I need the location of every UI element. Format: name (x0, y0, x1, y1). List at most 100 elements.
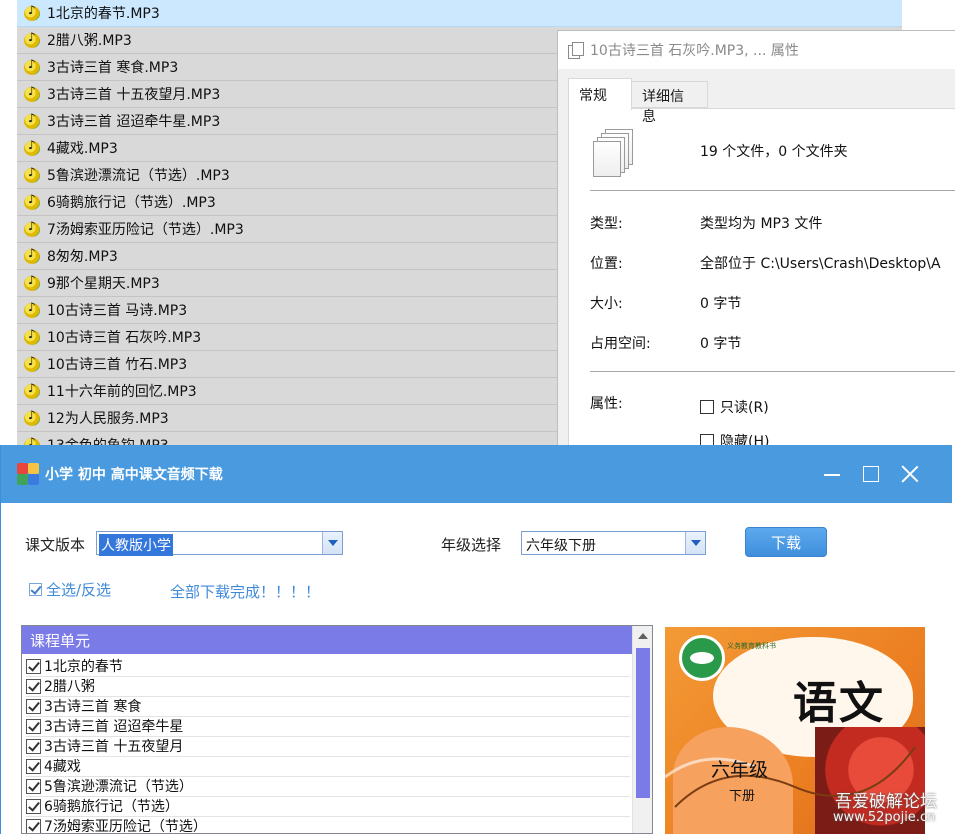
mp3-file-icon: ♪ (23, 31, 41, 49)
file-name: 10古诗三首 竹石.MP3 (47, 357, 188, 373)
lesson-checkbox[interactable] (26, 678, 41, 694)
file-count-summary: 19 个文件，0 个文件夹 (700, 144, 848, 160)
mp3-file-icon: ♪ (23, 166, 41, 184)
watermark-url: www.52pojie.cn (833, 810, 936, 825)
file-name: 4藏戏.MP3 (47, 141, 118, 157)
select-all-checkbox[interactable]: 全选/反选 (29, 579, 111, 600)
lesson-checkbox[interactable] (26, 758, 41, 774)
file-name: 8匆匆.MP3 (47, 249, 118, 265)
chevron-down-icon[interactable] (322, 532, 342, 554)
type-label: 类型: (590, 216, 623, 232)
scrollbar[interactable] (632, 626, 652, 833)
file-name: 11十六年前的回忆.MP3 (47, 384, 197, 400)
file-name: 5鲁滨逊漂流记（节选）.MP3 (47, 168, 230, 184)
edition-label: 课文版本 (25, 536, 86, 554)
attributes-label: 属性: (590, 396, 623, 412)
file-name: 12为人民服务.MP3 (47, 411, 169, 427)
files-icon (568, 42, 584, 59)
lesson-label: 7汤姆索亚历险记（节选） (44, 819, 207, 834)
scroll-thumb[interactable] (636, 648, 650, 798)
minimize-icon (824, 474, 840, 476)
lesson-label: 2腊八粥 (44, 679, 95, 695)
file-name: 10古诗三首 石灰吟.MP3 (47, 330, 202, 346)
mp3-file-icon: ♪ (23, 247, 41, 265)
lesson-list: 课程单元 1北京的春节 2腊八粥 3古诗三首 寒食 3古诗三首 迢迢牵牛星 3古诗三首 … (21, 625, 653, 834)
mp3-file-icon: ♪ (23, 409, 41, 427)
properties-dialog: 10古诗三首 石灰吟.MP3, ... 属性 常规 详细信息 19 个文件，0 … (557, 30, 955, 450)
cover-series: 义务教育教科书 (727, 642, 776, 650)
mp3-file-icon: ♪ (23, 112, 41, 130)
file-name: 9那个星期天.MP3 (47, 276, 160, 292)
lesson-checkbox[interactable] (26, 738, 41, 754)
mp3-file-icon: ♪ (23, 301, 41, 319)
edition-select[interactable]: 人教版小学 (96, 531, 343, 556)
app-logo-icon (17, 463, 39, 485)
disk-size-value: 0 字节 (700, 336, 742, 352)
size-label: 大小: (590, 296, 623, 312)
minimize-button[interactable] (819, 461, 845, 487)
file-name: 3古诗三首 十五夜望月.MP3 (47, 87, 221, 103)
lesson-item[interactable]: 3古诗三首 十五夜望月 (26, 736, 630, 757)
lesson-checkbox[interactable] (26, 698, 41, 714)
lesson-item[interactable]: 4藏戏 (26, 756, 630, 777)
lesson-item[interactable]: 3古诗三首 寒食 (26, 696, 630, 717)
download-button[interactable]: 下载 (745, 527, 827, 557)
lesson-label: 3古诗三首 迢迢牵牛星 (44, 719, 184, 735)
divider (590, 190, 955, 191)
downloader-window: 小学 初中 高中课文音频下载 课文版本 人教版小学 年级选择 六年级下册 下载 … (0, 445, 952, 834)
status-message: 全部下载完成！！！！ (170, 583, 321, 601)
lesson-item[interactable]: 7汤姆索亚历险记（节选） (26, 816, 630, 834)
lesson-label: 3古诗三首 寒食 (44, 699, 142, 715)
close-button[interactable] (897, 461, 923, 487)
select-all-label: 全选/反选 (46, 581, 112, 599)
chevron-down-icon[interactable] (685, 532, 705, 554)
file-name: 13金色的鱼钩.MP3 (47, 435, 169, 445)
tab-details[interactable]: 详细信息 (632, 81, 708, 125)
app-titlebar: 小学 初中 高中课文音频下载 (1, 445, 952, 503)
lesson-checkbox[interactable] (26, 798, 41, 814)
lesson-item[interactable]: 1北京的春节 (26, 656, 630, 677)
mp3-file-icon: ♪ (23, 382, 41, 400)
mp3-file-icon: ♪ (23, 220, 41, 238)
grade-value: 六年级下册 (526, 538, 596, 554)
lesson-label: 5鲁滨逊漂流记（节选） (44, 779, 193, 795)
mp3-file-icon: ♪ (23, 436, 41, 445)
lesson-item[interactable]: 2腊八粥 (26, 676, 630, 697)
properties-titlebar: 10古诗三首 石灰吟.MP3, ... 属性 (558, 31, 955, 69)
lesson-label: 6骑鹅旅行记（节选） (44, 799, 179, 815)
lesson-item[interactable]: 6骑鹅旅行记（节选） (26, 796, 630, 817)
edition-value: 人教版小学 (99, 534, 173, 556)
file-row[interactable]: ♪ 1北京的春节.MP3 (17, 0, 902, 27)
list-header: 课程单元 (22, 626, 632, 654)
mp3-file-icon: ♪ (23, 58, 41, 76)
grade-select[interactable]: 六年级下册 (521, 531, 706, 555)
readonly-checkbox[interactable]: 只读(R) (700, 397, 769, 417)
lesson-item[interactable]: 5鲁滨逊漂流记（节选） (26, 776, 630, 797)
lesson-checkbox[interactable] (26, 818, 41, 833)
publisher-logo-icon (679, 635, 725, 681)
mp3-file-icon: ♪ (23, 355, 41, 373)
watermark-title: 吾爱破解论坛 (835, 792, 937, 812)
maximize-icon (863, 466, 879, 482)
app-title: 小学 初中 高中课文音频下载 (45, 467, 223, 483)
file-name: 3古诗三首 寒食.MP3 (47, 60, 179, 76)
mp3-file-icon: ♪ (23, 139, 41, 157)
type-value: 类型均为 MP3 文件 (700, 216, 823, 232)
divider (590, 371, 955, 372)
lesson-item[interactable]: 3古诗三首 迢迢牵牛星 (26, 716, 630, 737)
lesson-checkbox[interactable] (26, 658, 41, 674)
size-value: 0 字节 (700, 296, 742, 312)
lesson-label: 3古诗三首 十五夜望月 (44, 739, 184, 755)
mp3-file-icon: ♪ (23, 328, 41, 346)
maximize-button[interactable] (858, 461, 884, 487)
lesson-checkbox[interactable] (26, 718, 41, 734)
checkbox-box (29, 583, 42, 596)
lesson-checkbox[interactable] (26, 778, 41, 794)
file-name: 2腊八粥.MP3 (47, 33, 132, 49)
grade-label: 年级选择 (441, 536, 502, 554)
mp3-file-icon: ♪ (23, 4, 41, 22)
scroll-up-icon[interactable] (633, 626, 652, 646)
lesson-label: 1北京的春节 (44, 659, 123, 675)
tab-general[interactable]: 常规 (568, 78, 632, 110)
cover-term: 下册 (729, 789, 756, 804)
